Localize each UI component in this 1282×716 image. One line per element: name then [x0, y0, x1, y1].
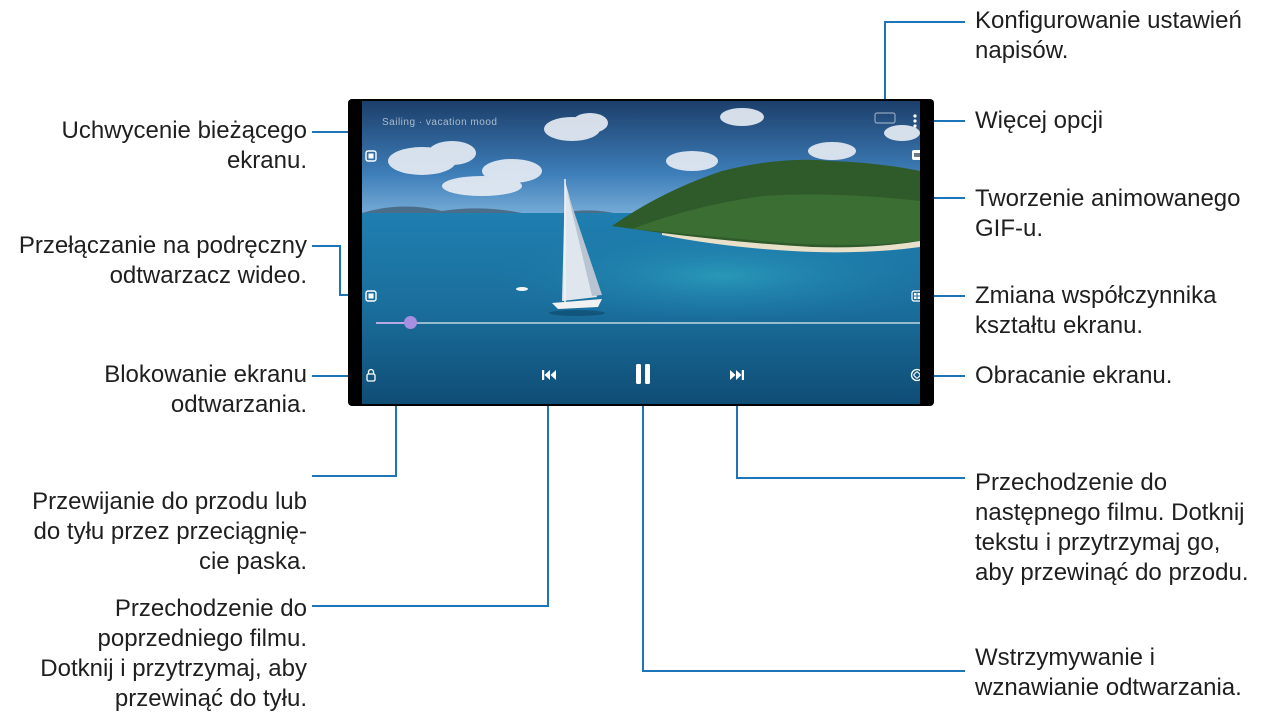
callout-previous: Przechodzenie do poprzedniego filmu. Dot…	[40, 595, 307, 712]
subtitle-settings-icon	[874, 112, 896, 124]
previous-button[interactable]	[538, 365, 560, 385]
seek-thumb[interactable]	[404, 316, 417, 329]
callout-seek: Przewijanie do przodu lub do tyłu przez …	[32, 488, 307, 575]
manual-page: Konfigurowanie ustawień napisów. Więcej …	[0, 0, 1282, 716]
screenshot-button[interactable]	[362, 147, 380, 165]
lock-icon	[366, 368, 376, 382]
gif-button[interactable]	[910, 147, 920, 163]
callout-create-gif: Tworzenie animowanego GIF-u.	[975, 185, 1241, 242]
callout-subtitle-settings: Konfigurowanie ustawień napisów.	[975, 7, 1242, 64]
pause-button[interactable]	[630, 359, 656, 389]
subtitle-settings-button[interactable]	[872, 110, 898, 126]
pause-icon	[636, 364, 650, 384]
callout-popup-player: Przełączanie na podręczny odtwarzacz wid…	[18, 232, 307, 289]
aspect-ratio-button[interactable]	[908, 287, 920, 305]
skip-previous-icon	[542, 370, 556, 380]
callout-pause-resume: Wstrzymywanie i wznawianie odtwarzania.	[975, 644, 1242, 701]
callout-screenshot: Uchwycenie bieżącego ekranu.	[61, 117, 307, 174]
callout-lock: Blokowanie ekranu odtwarzania.	[104, 361, 307, 418]
rotate-button[interactable]	[908, 366, 920, 384]
video-title: Sailing · vacation mood	[382, 117, 498, 128]
popup-player-button[interactable]	[362, 287, 380, 305]
callout-aspect-ratio: Zmiana współczynnika kształtu ekranu.	[975, 282, 1217, 339]
callout-rotate: Obracanie ekranu.	[975, 362, 1173, 389]
gif-icon	[912, 150, 920, 160]
phone-frame: Sailing · vacation mood	[348, 99, 934, 406]
screenshot-icon	[365, 150, 377, 162]
more-options-button[interactable]	[910, 111, 920, 131]
video-player-screen[interactable]: Sailing · vacation mood	[362, 101, 920, 404]
callout-more-options: Więcej opcji	[975, 107, 1104, 134]
skip-next-icon	[730, 370, 744, 380]
popup-player-icon	[365, 290, 377, 302]
rotate-icon	[910, 368, 920, 382]
aspect-ratio-icon	[911, 290, 920, 302]
next-button[interactable]	[726, 365, 748, 385]
seek-bar[interactable]	[376, 316, 920, 329]
callout-next: Przechodzenie do następnego filmu. Dotkn…	[975, 469, 1249, 586]
more-vertical-icon	[913, 114, 917, 128]
lock-button[interactable]	[362, 365, 380, 385]
